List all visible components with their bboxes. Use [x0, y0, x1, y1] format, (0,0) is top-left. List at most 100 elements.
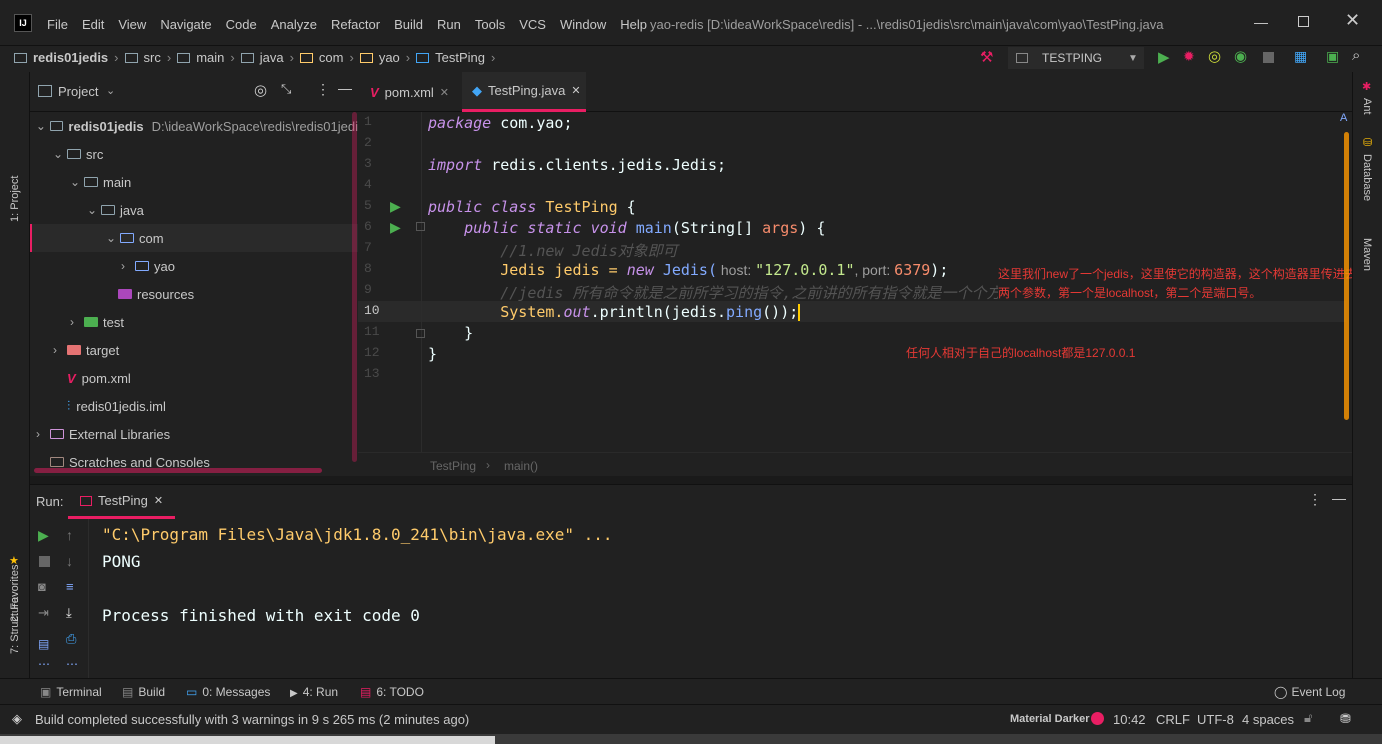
more-icon[interactable]: ⋯ — [38, 657, 50, 671]
chevron-right-icon[interactable]: › — [70, 315, 84, 329]
tree-item[interactable]: ⌄ src — [30, 140, 358, 168]
run-tab-testping[interactable]: TestPing ✕ — [68, 485, 175, 519]
close-tab-icon[interactable]: ✕ — [154, 494, 163, 507]
tree-item[interactable]: ⌄ redis01jedis D:\ideaWorkSpace\redis\redi… — [30, 112, 358, 140]
down-arrow-icon[interactable]: ↓ — [66, 553, 73, 569]
caret-position[interactable]: 10:42 — [1113, 712, 1146, 727]
code-line-1[interactable]: package com.yao; — [428, 114, 573, 132]
build-hammer-icon[interactable]: ⚒ — [980, 48, 993, 66]
menu-navigate[interactable]: Navigate — [160, 17, 211, 32]
tree-item[interactable]: ⌄ java — [30, 196, 358, 224]
breadcrumb-item[interactable]: redis01jedis › — [14, 50, 125, 65]
maximize-icon[interactable] — [1298, 16, 1309, 27]
tree-item[interactable]: › target — [30, 336, 358, 364]
exit-icon[interactable]: ⇥ — [38, 605, 49, 621]
menu-analyze[interactable]: Analyze — [271, 17, 317, 32]
messages-tab[interactable]: ▭ 0: Messages — [186, 685, 270, 699]
theme-label[interactable]: Material Darker — [1010, 713, 1090, 725]
footer-crumb-class[interactable]: TestPing — [430, 459, 476, 473]
menu-help[interactable]: Help — [620, 17, 647, 32]
layout-icon[interactable]: ▤ — [38, 637, 49, 651]
debug-icon[interactable]: ✹ — [1183, 48, 1195, 65]
breadcrumb-item[interactable]: yao › — [359, 50, 416, 65]
chevron-down-icon[interactable]: ⌄ — [36, 119, 50, 133]
up-arrow-icon[interactable]: ↑ — [66, 527, 73, 543]
hide-panel-icon[interactable]: — — [338, 80, 352, 96]
scroll-to-end-icon[interactable]: ⤓ — [66, 605, 72, 621]
code-line-3[interactable]: import redis.clients.jedis.Jedis; — [428, 156, 726, 174]
tree-item[interactable]: Vpom.xml — [30, 364, 358, 392]
run-config-select[interactable]: TESTPING ▼ — [1008, 47, 1144, 69]
build-tab[interactable]: ▤ Build — [122, 685, 165, 699]
database-tool-tab[interactable]: Database — [1361, 154, 1373, 201]
line-separator[interactable]: CRLF — [1156, 712, 1190, 727]
profile-icon[interactable]: ◉ — [1234, 47, 1247, 65]
more-options-icon[interactable]: ⋮ — [1308, 491, 1322, 508]
chevron-down-icon[interactable]: ⌄ — [87, 203, 101, 217]
tree-item[interactable]: ⫶ redis01jedis.iml — [30, 392, 358, 420]
stop-icon[interactable] — [39, 556, 50, 567]
close-tab-icon[interactable]: ✕ — [571, 84, 580, 97]
menu-run[interactable]: Run — [437, 17, 461, 32]
fold-icon[interactable] — [416, 222, 425, 231]
tree-item[interactable]: › External Libraries — [30, 420, 358, 448]
chevron-right-icon[interactable]: › — [53, 343, 67, 357]
project-panel-title[interactable]: Project — [58, 84, 98, 99]
menu-vcs[interactable]: VCS — [519, 17, 546, 32]
code-line-6[interactable]: public static void main(String[] args) { — [428, 219, 825, 237]
chevron-down-icon[interactable]: ⌄ — [70, 175, 84, 189]
collapse-icon[interactable]: ⤡ — [281, 81, 291, 97]
terminal-toolbar-icon[interactable]: ▣ — [1326, 48, 1339, 65]
camera-icon[interactable]: ◙ — [38, 579, 46, 594]
chevron-down-icon[interactable]: ⌄ — [53, 147, 67, 161]
project-tool-tab[interactable]: 1: Project — [9, 176, 21, 222]
file-encoding[interactable]: UTF-8 — [1197, 712, 1234, 727]
menu-tools[interactable]: Tools — [475, 17, 505, 32]
coverage-icon[interactable]: ◎ — [1208, 47, 1221, 65]
editor-vertical-scrollbar[interactable] — [1344, 132, 1349, 420]
code-line-8[interactable]: Jedis jedis = new Jedis( host: "127.0.0.… — [428, 261, 948, 279]
maven-tool-tab[interactable]: Maven — [1361, 238, 1373, 278]
menu-edit[interactable]: Edit — [82, 17, 104, 32]
code-line-5[interactable]: public class TestPing { — [428, 198, 636, 216]
chevron-right-icon[interactable]: › — [121, 259, 135, 273]
fold-icon[interactable] — [416, 329, 425, 338]
inspection-icon[interactable]: A — [1340, 112, 1347, 124]
code-line-12[interactable]: } — [428, 345, 437, 363]
tree-item[interactable]: › yao — [30, 252, 358, 280]
close-tab-icon[interactable]: ✕ — [440, 86, 449, 99]
close-icon[interactable]: ✕ — [1345, 10, 1360, 31]
event-log-tab[interactable]: ◯ Event Log — [1274, 685, 1345, 699]
ant-tool-tab[interactable]: Ant — [1361, 98, 1373, 115]
todo-tab[interactable]: ▤ 6: TODO — [360, 685, 424, 699]
minimize-icon[interactable]: — — [1254, 14, 1268, 30]
project-structure-icon[interactable]: ▦ — [1294, 48, 1307, 65]
breadcrumb-item[interactable]: TestPing › — [416, 50, 501, 65]
more-options-icon[interactable]: ⋮ — [316, 81, 330, 98]
code-line-10[interactable]: System.out.println(jedis.ping()); — [428, 303, 801, 321]
footer-crumb-method[interactable]: main() — [504, 459, 538, 473]
memory-icon[interactable]: ⛃ — [1340, 711, 1351, 727]
tree-item[interactable]: ⌄ com — [30, 224, 358, 252]
tree-item[interactable]: ⌄ main — [30, 168, 358, 196]
code-line-7[interactable]: //1.new Jedis对象即可 — [428, 240, 677, 261]
code-line-9[interactable]: //jedis 所有命令就是之前所学习的指令,之前讲的所有指令就是一个个方法, — [428, 282, 1025, 303]
code-line-11[interactable]: } — [428, 324, 473, 342]
menu-code[interactable]: Code — [226, 17, 257, 32]
breadcrumb-item[interactable]: com › — [299, 50, 360, 65]
structure-tool-tab[interactable]: 7: Structure — [9, 597, 21, 654]
locate-icon[interactable]: ◎ — [254, 81, 267, 99]
menu-file[interactable]: File — [47, 17, 68, 32]
chevron-down-icon[interactable]: ⌄ — [106, 84, 115, 97]
indent-setting[interactable]: 4 spaces — [1242, 712, 1294, 727]
tab-pom-xml[interactable]: V pom.xml ✕ — [358, 72, 460, 112]
breadcrumb-item[interactable]: src › — [124, 50, 178, 65]
stop-icon[interactable] — [1263, 52, 1274, 63]
more-icon[interactable]: ⋯ — [66, 657, 78, 671]
search-icon[interactable]: ⌕ — [1352, 47, 1360, 64]
run-icon[interactable]: ▶ — [1158, 48, 1170, 66]
rerun-icon[interactable]: ▶ — [38, 527, 49, 544]
menu-build[interactable]: Build — [394, 17, 423, 32]
tab-testping-java[interactable]: ◆ TestPing.java ✕ — [462, 72, 586, 112]
run-gutter-icon[interactable]: ▶ — [390, 198, 401, 215]
